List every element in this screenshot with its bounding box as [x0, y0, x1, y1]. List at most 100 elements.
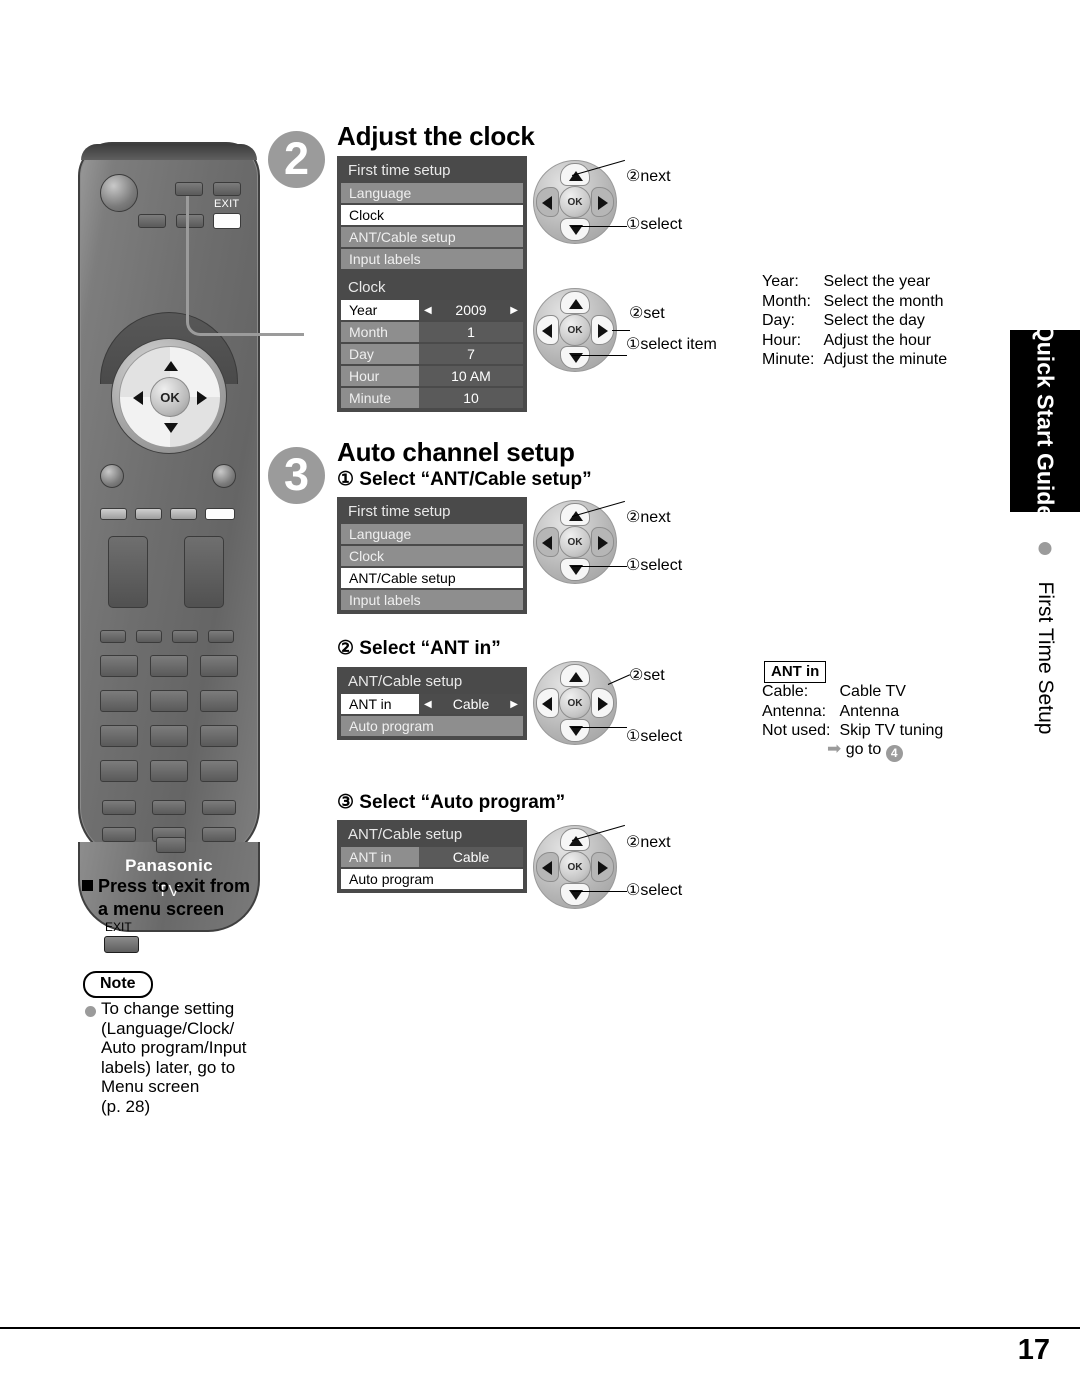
desc-value: Adjust the minute — [823, 351, 948, 368]
remote-keypad-3 — [200, 655, 238, 677]
desc-row: Year: Select the year — [762, 272, 947, 292]
desc-value: Select the month — [823, 292, 944, 310]
osd-row-value-cell[interactable]: ◀ Cable ▶ — [419, 694, 523, 714]
osd-row-label: Clock — [341, 546, 523, 566]
callout-text: set — [643, 667, 665, 684]
osd-row-value-cell[interactable]: 1 — [419, 322, 523, 342]
goto-step4-note: ➡ go to 4 — [827, 739, 903, 762]
exit-button-graphic[interactable] — [104, 936, 139, 953]
callout-number: ① — [626, 336, 641, 353]
desc-key: Cable: — [762, 683, 809, 700]
remote-bottom-button-6 — [202, 827, 236, 842]
navpad-ok-button: OK — [559, 851, 591, 883]
osd-row-value-cell[interactable]: 10 — [419, 388, 523, 408]
callout-leader-line — [572, 727, 627, 728]
osd-row-label: Auto program — [341, 716, 523, 736]
navpad-callout-next: ②next — [626, 507, 671, 527]
osd-row[interactable]: Input labels — [341, 590, 523, 610]
remote-left-round-button — [100, 464, 124, 488]
callout-leader-line — [572, 566, 627, 567]
desc-value: Cable TV — [839, 683, 906, 700]
navpad-left-petal — [536, 852, 559, 882]
navpad-step3-substep2: OK — [533, 661, 617, 745]
osd-row-value-cell[interactable]: 10 AM — [419, 366, 523, 386]
manual-page: EXIT OK Panasonic TV 2 Adjust the clock … — [0, 0, 1080, 1397]
osd-row[interactable]: Clock — [341, 205, 523, 225]
osd-row[interactable]: Day 7 — [341, 344, 523, 364]
callout-text: select — [640, 728, 683, 745]
right-arrow-icon: ➡ — [827, 739, 842, 758]
osd-row-label: ANT in — [341, 847, 419, 867]
callout-leader-line — [572, 891, 627, 892]
square-bullet-icon — [82, 880, 93, 891]
osd-row-label: Day — [341, 344, 419, 364]
remote-keypad-1 — [100, 655, 138, 677]
osd-row[interactable]: ANT in ◀ Cable ▶ — [341, 694, 523, 714]
osd-row-value: Cable — [452, 849, 490, 865]
callout-text: next — [640, 168, 671, 185]
note-line: (p. 28) — [101, 1096, 151, 1116]
desc-value: Select the day — [823, 312, 925, 329]
osd-title: Clock — [348, 279, 386, 296]
callout-number: ② — [626, 834, 641, 851]
navpad-callout-set: ②set — [629, 303, 665, 323]
remote-color-button-2 — [135, 508, 162, 520]
osd-title: ANT/Cable setup — [348, 673, 463, 690]
callout-text: select — [640, 557, 683, 574]
remote-right-round-button — [212, 464, 236, 488]
navpad-step2-set: OK — [533, 288, 617, 372]
osd-row[interactable]: Minute 10 — [341, 388, 523, 408]
osd-row-label: ANT/Cable setup — [341, 568, 523, 588]
side-tab-bullet-icon — [1038, 542, 1052, 555]
osd-title: ANT/Cable setup — [348, 826, 463, 843]
osd-row-label: Language — [341, 524, 523, 544]
navpad-left-petal — [536, 315, 559, 345]
remote-dpad: OK — [111, 338, 227, 454]
navpad-ok-button: OK — [559, 186, 591, 218]
osd-row[interactable]: Language — [341, 524, 523, 544]
remote-keypad-8 — [150, 725, 188, 747]
navpad-callout-select-item: ①select item — [626, 334, 717, 354]
osd-row[interactable]: ANT/Cable setup — [341, 227, 523, 247]
osd-row[interactable]: Auto program — [341, 716, 523, 736]
osd-row[interactable]: Year ◀ 2009 ▶ — [341, 300, 523, 320]
osd-row[interactable]: Language — [341, 183, 523, 203]
osd-title: First time setup — [348, 503, 451, 520]
osd-row-label: Clock — [341, 205, 523, 225]
left-arrow-icon: ◀ — [424, 698, 432, 710]
osd-row-value-cell[interactable]: 7 — [419, 344, 523, 364]
remote-bottom-button-4 — [102, 827, 136, 842]
callout-leader-line — [572, 355, 627, 356]
navpad-callout-next: ②next — [626, 166, 671, 186]
osd-row-value: 10 AM — [451, 368, 491, 384]
osd-row-value-cell[interactable]: ◀ 2009 ▶ — [419, 300, 523, 320]
navpad-up-petal — [560, 664, 590, 687]
navpad-left-petal — [536, 688, 559, 718]
osd-row[interactable]: Hour 10 AM — [341, 366, 523, 386]
desc-value: Antenna — [839, 702, 900, 720]
osd-row-value-cell[interactable]: Cable — [419, 847, 523, 867]
desc-row: Month: Select the month — [762, 292, 947, 312]
osd-row[interactable]: Clock — [341, 546, 523, 566]
remote-keypad-0 — [150, 760, 188, 782]
osd-ant-cable-setup-autoprogram: ANT/Cable setup ANT in Cable Auto progra… — [337, 820, 527, 893]
ant-in-box-title: ANT in — [764, 661, 827, 683]
osd-row[interactable]: Input labels — [341, 249, 523, 269]
remote-channel-rocker — [108, 536, 148, 608]
clock-fields-description: Year: Select the year Month: Select the mo… — [762, 272, 947, 370]
goto-text: go to — [845, 741, 882, 758]
navpad-ok-button: OK — [559, 687, 591, 719]
remote-ok-button: OK — [150, 377, 190, 417]
osd-row[interactable]: Month 1 — [341, 322, 523, 342]
desc-row: Not used: Skip TV tuning — [762, 721, 943, 741]
remote-color-button-1 — [100, 508, 127, 520]
osd-row[interactable]: ANT/Cable setup — [341, 568, 523, 588]
callout-text: select item — [640, 336, 717, 353]
ant-in-description: Cable: Cable TV Antenna: Antenna Not used:… — [762, 682, 943, 741]
osd-row[interactable]: Auto program — [341, 869, 523, 889]
step-2-title: Adjust the clock — [337, 121, 535, 151]
navpad-callout-select: ①select — [626, 214, 682, 234]
osd-row[interactable]: ANT in Cable — [341, 847, 523, 867]
callout-text: set — [643, 305, 665, 322]
desc-key: Year: — [762, 273, 799, 290]
